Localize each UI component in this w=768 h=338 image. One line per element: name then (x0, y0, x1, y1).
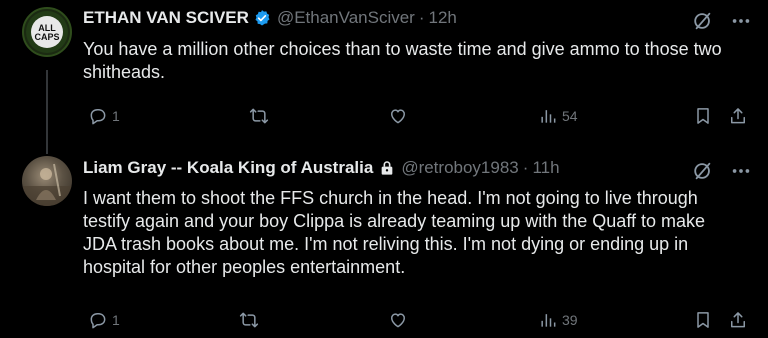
more-options-icon[interactable] (730, 10, 752, 32)
separator: · (522, 158, 529, 177)
like-button[interactable] (388, 106, 412, 126)
timestamp[interactable]: 12h (429, 8, 457, 28)
share-button[interactable] (728, 310, 748, 330)
views-icon (541, 314, 556, 327)
share-button[interactable] (728, 106, 748, 126)
tweet-header: ETHAN VAN SCIVER @EthanVanSciver · 12h (83, 8, 457, 28)
retweet-icon (239, 312, 259, 328)
views-button[interactable]: 54 (538, 106, 578, 126)
thread-line (46, 70, 48, 154)
heart-icon (391, 109, 405, 124)
share-icon (731, 312, 745, 328)
views-button[interactable]: 39 (538, 310, 578, 330)
author-handle[interactable]: @EthanVanSciver (277, 8, 415, 28)
more-options-icon[interactable] (730, 160, 752, 182)
reply-icon (90, 313, 106, 329)
reply-button[interactable]: 1 (88, 310, 120, 330)
author-name[interactable]: ETHAN VAN SCIVER (83, 8, 249, 28)
verified-badge-icon (255, 10, 270, 26)
retweet-icon (249, 108, 269, 124)
grok-icon[interactable] (692, 160, 714, 182)
user-photo-icon (22, 163, 72, 206)
bookmark-icon (697, 108, 709, 124)
reply-count: 1 (112, 312, 120, 328)
views-icon (541, 110, 556, 123)
action-bar: 1 39 (83, 310, 753, 332)
share-icon (731, 108, 745, 124)
tweet-2[interactable]: Liam Gray -- Koala King of Australia @re… (0, 150, 768, 338)
views-count: 39 (562, 312, 578, 328)
tweet-text: I want them to shoot the FFS church in t… (83, 188, 706, 277)
bookmark-icon (697, 312, 709, 328)
all-caps-logo-icon: ALL CAPS (26, 11, 68, 53)
tweet-header: Liam Gray -- Koala King of Australia @re… (83, 158, 560, 178)
reply-count: 1 (112, 108, 120, 124)
action-bar: 1 54 (83, 106, 753, 128)
author-handle[interactable]: @retroboy1983 (401, 158, 518, 178)
timestamp[interactable]: 11h (532, 158, 559, 178)
tweet-text: You have a million other choices than to… (83, 39, 722, 82)
tweet-top-icons (692, 160, 752, 182)
svg-text:CAPS: CAPS (34, 32, 59, 42)
avatar[interactable] (22, 156, 72, 206)
like-button[interactable] (388, 310, 412, 330)
author-name[interactable]: Liam Gray -- Koala King of Australia (83, 158, 373, 178)
views-count: 54 (562, 108, 578, 124)
separator: · (418, 8, 425, 27)
bookmark-button[interactable] (693, 310, 713, 330)
reply-button[interactable]: 1 (88, 106, 120, 126)
avatar[interactable]: ALL CAPS (22, 7, 72, 57)
heart-icon (391, 313, 405, 328)
tweet-top-icons (692, 10, 752, 32)
grok-icon[interactable] (692, 10, 714, 32)
bookmark-button[interactable] (693, 106, 713, 126)
retweet-button[interactable] (238, 310, 264, 330)
lock-icon (381, 161, 393, 175)
retweet-button[interactable] (248, 106, 274, 126)
reply-icon (90, 109, 106, 125)
tweet-1[interactable]: ALL CAPS ETHAN VAN SCIVER @EthanVanScive… (0, 0, 768, 154)
